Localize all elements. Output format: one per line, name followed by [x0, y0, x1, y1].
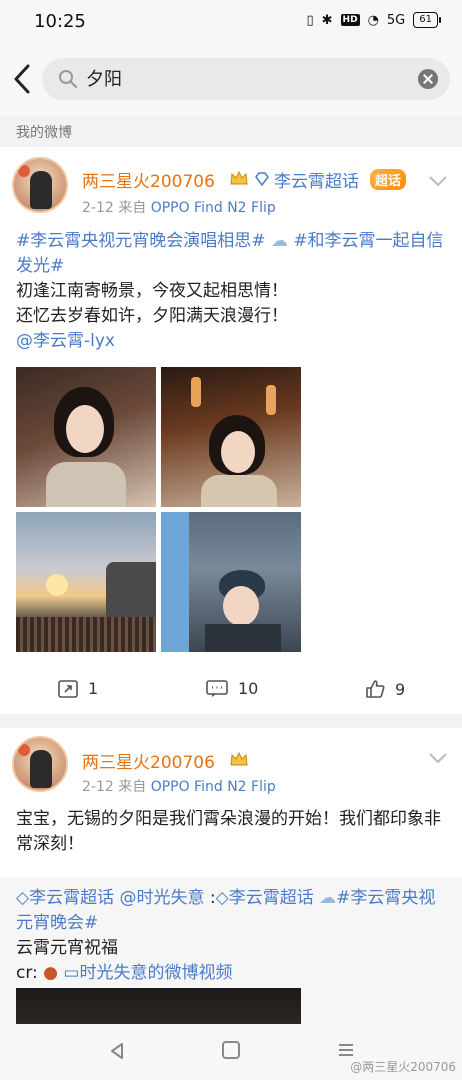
- sweet-potato-icon: ●: [43, 963, 59, 983]
- status-bar: 10:25 ▯ ✱ HD ◔ 5G 61: [0, 0, 462, 44]
- nav-home-icon[interactable]: [222, 1041, 240, 1059]
- cr-label: cr:: [16, 963, 38, 983]
- top-bar: [0, 44, 462, 116]
- repost-button[interactable]: 1: [58, 679, 98, 698]
- username[interactable]: 两三星火200706: [82, 748, 215, 773]
- username[interactable]: 两三星火200706: [82, 167, 215, 192]
- repost-line: 云霄元宵祝福: [16, 938, 118, 958]
- divider: [0, 714, 462, 728]
- diamond-icon: [255, 172, 269, 186]
- post-image[interactable]: [161, 512, 301, 652]
- device-link[interactable]: OPPO Find N2 Flip: [151, 200, 276, 216]
- post-image[interactable]: [16, 367, 156, 507]
- chevron-down-icon[interactable]: [428, 752, 448, 764]
- back-arrow-icon[interactable]: [8, 62, 36, 96]
- action-bar: 1 10 9: [0, 667, 462, 713]
- source-prefix: 来自: [118, 200, 147, 216]
- like-button[interactable]: 9: [365, 679, 405, 699]
- post-card[interactable]: 两三星火200706 李云霄超话 超话 2-12 来自 OPPO Find N2…: [0, 147, 462, 714]
- cloud-icon: ☁: [270, 231, 288, 251]
- post-meta: 2-12 来自 OPPO Find N2 Flip: [82, 776, 276, 796]
- super-topic-link[interactable]: 李云霄超话: [229, 888, 314, 908]
- repost-icon: [58, 679, 78, 698]
- user-link[interactable]: @时光失意: [119, 888, 204, 908]
- bluetooth-icon: ✱: [321, 12, 333, 28]
- hd-icon: HD: [340, 14, 360, 26]
- post-image[interactable]: [16, 512, 156, 652]
- mention-link[interactable]: @李云霄-lyx: [16, 331, 115, 351]
- super-topic-link[interactable]: 李云霄超话: [274, 167, 359, 192]
- post-card[interactable]: 两三星火200706 2-12 来自 OPPO Find N2 Flip 宝宝，…: [0, 728, 462, 1030]
- comment-button[interactable]: 10: [206, 679, 258, 698]
- like-count: 9: [395, 679, 406, 699]
- source-prefix: 来自: [118, 779, 147, 795]
- section-label: 我的微博: [16, 125, 72, 141]
- repost-count: 1: [88, 679, 99, 698]
- search-icon: [59, 70, 77, 88]
- post-date: 2-12: [82, 779, 114, 795]
- network-label: 5G: [386, 12, 406, 28]
- search-box[interactable]: [42, 58, 450, 100]
- post-date: 2-12: [82, 200, 114, 216]
- cloud-icon: ☁: [319, 888, 337, 908]
- watermark: @两三星火200706: [350, 1060, 456, 1074]
- status-icons: ▯ ✱ HD ◔ 5G 61: [306, 12, 441, 28]
- nav-back-icon[interactable]: [108, 1042, 126, 1060]
- thumbs-up-icon: [366, 680, 385, 698]
- search-input[interactable]: [86, 67, 406, 88]
- vibrate-icon: ▯: [306, 12, 314, 28]
- chevron-down-icon[interactable]: [428, 175, 448, 187]
- avatar[interactable]: [12, 736, 68, 792]
- comment-icon: [206, 679, 228, 697]
- post-image[interactable]: [161, 367, 301, 507]
- nav-menu-icon[interactable]: [337, 1041, 355, 1059]
- status-time: 10:25: [34, 11, 86, 32]
- clear-search-button[interactable]: [418, 69, 438, 89]
- battery-icon: 61: [413, 12, 441, 28]
- post-text: #李云霄央视元宵晚会演唱相思# ☁ #和李云霄一起自信发光# 初逢江南寄畅景，今…: [16, 229, 450, 354]
- wifi-icon: ◔: [367, 12, 379, 28]
- repost-box[interactable]: ◇李云霄超话 @时光失意 :◇李云霄超话 ☁#李云霄央视元宵晚会# 云霄元宵祝福…: [0, 878, 462, 1030]
- diamond-icon: ◇: [16, 888, 30, 908]
- crown-icon: [230, 170, 248, 185]
- super-topic-badge: 超话: [370, 169, 407, 190]
- comment-count: 10: [238, 679, 259, 698]
- avatar[interactable]: [12, 157, 68, 213]
- diamond-icon: ◇: [215, 888, 229, 908]
- post-meta: 2-12 来自 OPPO Find N2 Flip: [82, 197, 276, 217]
- crown-icon: [230, 751, 248, 766]
- system-nav-bar: @两三星火200706: [0, 1024, 462, 1080]
- post-line: 还忆去岁春如许，夕阳满天浪漫行！: [16, 306, 288, 326]
- repost-text: ◇李云霄超话 @时光失意 :◇李云霄超话 ☁#李云霄央视元宵晚会# 云霄元宵祝福…: [16, 888, 436, 983]
- video-link[interactable]: 时光失意的微博视频: [79, 963, 232, 983]
- video-icon: ▭: [63, 963, 80, 983]
- device-link[interactable]: OPPO Find N2 Flip: [151, 779, 276, 795]
- super-topic-link[interactable]: 李云霄超话: [29, 888, 114, 908]
- post-text: 宝宝，无锡的夕阳是我们霄朵浪漫的开始！我们都印象非常深刻！: [16, 809, 441, 854]
- post-line: 初逢江南寄畅景，今夜又起相思情！: [16, 281, 288, 301]
- topic-link[interactable]: #李云霄央视元宵晚会演唱相思#: [16, 231, 266, 251]
